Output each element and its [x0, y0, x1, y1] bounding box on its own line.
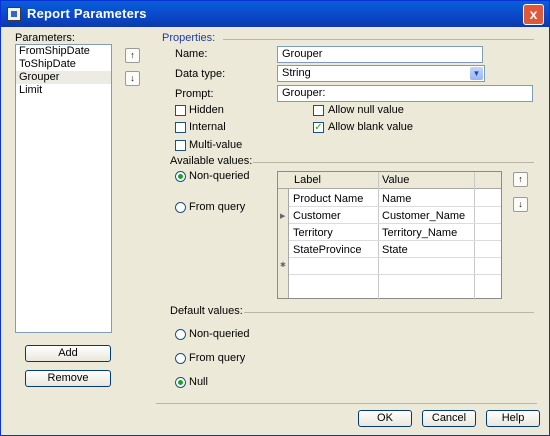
arrow-down-icon: ↓: [130, 73, 135, 83]
remove-button[interactable]: Remove: [25, 370, 111, 387]
arrow-up-icon: ↑: [130, 50, 135, 60]
available-from-query-radio[interactable]: [175, 202, 186, 213]
properties-label: Properties:: [162, 32, 216, 44]
row-divider: [289, 206, 501, 207]
multivalue-label: Multi-value: [189, 139, 243, 151]
current-row-icon: ▶: [280, 213, 286, 220]
help-button[interactable]: Help: [486, 410, 540, 427]
allow-null-checkbox[interactable]: [313, 105, 324, 116]
prompt-field[interactable]: Grouper:: [277, 85, 533, 102]
report-parameters-dialog: Report Parameters x Parameters: FromShip…: [0, 0, 550, 436]
move-parameter-up-button[interactable]: ↑: [125, 48, 140, 63]
checkmark-icon: ✓: [314, 122, 323, 133]
new-row-icon: ✱: [280, 262, 286, 269]
default-values-label: Default values:: [170, 305, 243, 317]
row-selector-column[interactable]: [278, 189, 289, 298]
datatype-label: Data type:: [175, 68, 226, 80]
available-values-grid[interactable]: Label Value Product Name Name ▶ Customer…: [277, 171, 502, 300]
default-null-label: Null: [189, 376, 208, 388]
multivalue-checkbox[interactable]: [175, 140, 186, 151]
report-icon: [7, 7, 21, 21]
grid-cell-value[interactable]: Territory_Name: [382, 227, 457, 239]
available-non-queried-radio[interactable]: [175, 171, 186, 182]
default-from-query-label: From query: [189, 352, 246, 364]
parameters-label: Parameters:: [15, 32, 75, 44]
column-divider: [378, 172, 379, 300]
available-from-query-label: From query: [189, 201, 246, 213]
default-values-divider: [244, 312, 534, 313]
hidden-checkbox[interactable]: [175, 105, 186, 116]
row-divider: [289, 257, 501, 258]
datatype-select[interactable]: String ▼: [277, 65, 485, 82]
available-non-queried-label: Non-queried: [189, 170, 250, 182]
title-bar: Report Parameters x: [1, 1, 549, 27]
cancel-button[interactable]: Cancel: [422, 410, 476, 427]
grid-cell-label[interactable]: Product Name: [293, 193, 363, 205]
allow-blank-checkbox[interactable]: ✓: [313, 122, 324, 133]
grid-cell-label[interactable]: Customer: [293, 210, 341, 222]
default-non-queried-label: Non-queried: [189, 328, 250, 340]
ok-button[interactable]: OK: [358, 410, 412, 427]
default-null-radio[interactable]: [175, 377, 186, 388]
value-column-header[interactable]: Value: [382, 174, 409, 186]
grid-cell-label[interactable]: StateProvince: [293, 244, 361, 256]
allow-blank-label: Allow blank value: [328, 121, 413, 133]
properties-divider: [223, 39, 534, 40]
parameter-item-limit[interactable]: Limit: [16, 84, 111, 97]
row-divider: [289, 223, 501, 224]
internal-label: Internal: [189, 121, 226, 133]
name-field[interactable]: Grouper: [277, 46, 483, 63]
grid-cell-value[interactable]: Name: [382, 193, 411, 205]
parameter-item-fromshipdate[interactable]: FromShipDate: [16, 45, 111, 58]
hidden-label: Hidden: [189, 104, 224, 116]
label-column-header[interactable]: Label: [294, 174, 321, 186]
column-divider: [474, 172, 475, 300]
move-value-up-button[interactable]: ↑: [513, 172, 528, 187]
move-parameter-down-button[interactable]: ↓: [125, 71, 140, 86]
allow-null-label: Allow null value: [328, 104, 404, 116]
internal-checkbox[interactable]: [175, 122, 186, 133]
add-button[interactable]: Add: [25, 345, 111, 362]
arrow-up-icon: ↑: [518, 174, 523, 184]
default-non-queried-radio[interactable]: [175, 329, 186, 340]
row-divider: [289, 274, 501, 275]
datatype-value: String: [282, 67, 311, 79]
prompt-label: Prompt:: [175, 88, 214, 100]
window-title: Report Parameters: [27, 6, 147, 21]
move-value-down-button[interactable]: ↓: [513, 197, 528, 212]
row-divider: [289, 240, 501, 241]
parameter-item-grouper[interactable]: Grouper: [16, 71, 111, 84]
default-from-query-radio[interactable]: [175, 353, 186, 364]
available-values-divider: [253, 162, 534, 163]
chevron-down-icon[interactable]: ▼: [470, 67, 483, 80]
parameter-item-toshipdate[interactable]: ToShipDate: [16, 58, 111, 71]
grid-header: Label Value: [278, 172, 501, 189]
available-values-label: Available values:: [170, 155, 253, 167]
parameters-list[interactable]: FromShipDate ToShipDate Grouper Limit: [15, 44, 112, 333]
name-label: Name:: [175, 48, 208, 60]
grid-cell-value[interactable]: Customer_Name: [382, 210, 465, 222]
close-button[interactable]: x: [523, 4, 544, 25]
grid-cell-label[interactable]: Territory: [293, 227, 333, 239]
arrow-down-icon: ↓: [518, 199, 523, 209]
footer-divider: [156, 403, 537, 404]
grid-cell-value[interactable]: State: [382, 244, 408, 256]
